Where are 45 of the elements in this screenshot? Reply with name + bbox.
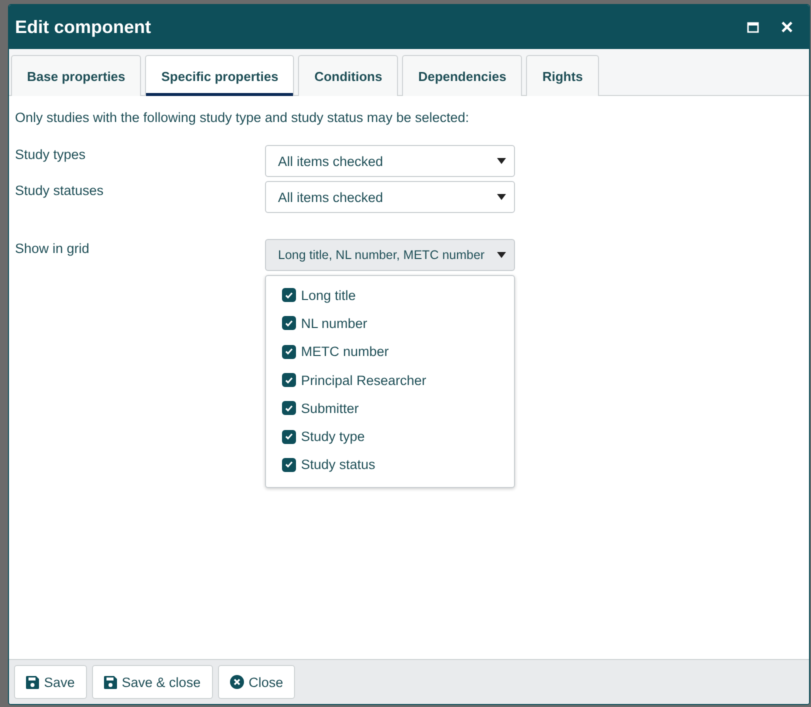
save-button[interactable]: Save bbox=[14, 665, 87, 699]
option-label[interactable]: NL number bbox=[301, 316, 368, 331]
check-icon bbox=[285, 292, 293, 299]
option-label[interactable]: Submitter bbox=[301, 400, 359, 416]
caret-icon bbox=[497, 252, 506, 258]
tab[interactable]: Base properties bbox=[11, 55, 142, 96]
option-label[interactable]: METC number bbox=[301, 344, 389, 360]
checkbox[interactable] bbox=[282, 430, 296, 444]
check-icon bbox=[285, 376, 293, 384]
option-label[interactable]: Study type bbox=[301, 429, 365, 444]
dropdown-field[interactable]: All items checked bbox=[265, 181, 515, 213]
option-label[interactable]: Long title bbox=[301, 288, 356, 303]
tab[interactable]: Conditions bbox=[298, 55, 398, 96]
save-button[interactable]: Save & close bbox=[92, 665, 213, 699]
checkbox[interactable] bbox=[282, 316, 296, 330]
close-button[interactable]: Close bbox=[218, 665, 296, 699]
check-icon bbox=[285, 404, 293, 412]
tab[interactable]: Dependencies bbox=[402, 55, 522, 96]
field-label: Study types bbox=[15, 146, 87, 164]
tab[interactable]: Rights bbox=[526, 55, 599, 96]
window-title: Edit component bbox=[15, 16, 152, 38]
check-icon bbox=[285, 461, 293, 468]
checkbox[interactable] bbox=[282, 288, 296, 302]
check-icon bbox=[285, 320, 293, 327]
field-label: Study statuses bbox=[15, 182, 105, 200]
checkbox[interactable] bbox=[282, 401, 296, 416]
save-icon bbox=[104, 676, 117, 688]
checkbox[interactable] bbox=[282, 344, 296, 359]
dropdown-field[interactable]: All items checked bbox=[265, 145, 515, 177]
save-icon bbox=[26, 676, 39, 688]
caret-icon bbox=[497, 158, 506, 164]
tab[interactable]: Specific properties bbox=[145, 55, 294, 96]
close-icon bbox=[781, 21, 793, 33]
caret-icon bbox=[497, 194, 506, 200]
option-label[interactable]: Principal Researcher bbox=[301, 372, 426, 388]
checkbox[interactable] bbox=[282, 373, 296, 388]
intro-text: Only studies with the following study type and study status may be selected: bbox=[15, 110, 470, 125]
close-icon bbox=[230, 675, 244, 689]
option-label[interactable]: Study status bbox=[301, 457, 376, 472]
dropdown-field[interactable]: Long title, NL number, METC number bbox=[265, 239, 515, 271]
maximize-icon bbox=[747, 22, 759, 32]
check-icon bbox=[285, 433, 293, 440]
checkbox[interactable] bbox=[282, 458, 296, 472]
check-icon bbox=[285, 348, 293, 356]
field-label: Show in grid bbox=[15, 240, 90, 258]
